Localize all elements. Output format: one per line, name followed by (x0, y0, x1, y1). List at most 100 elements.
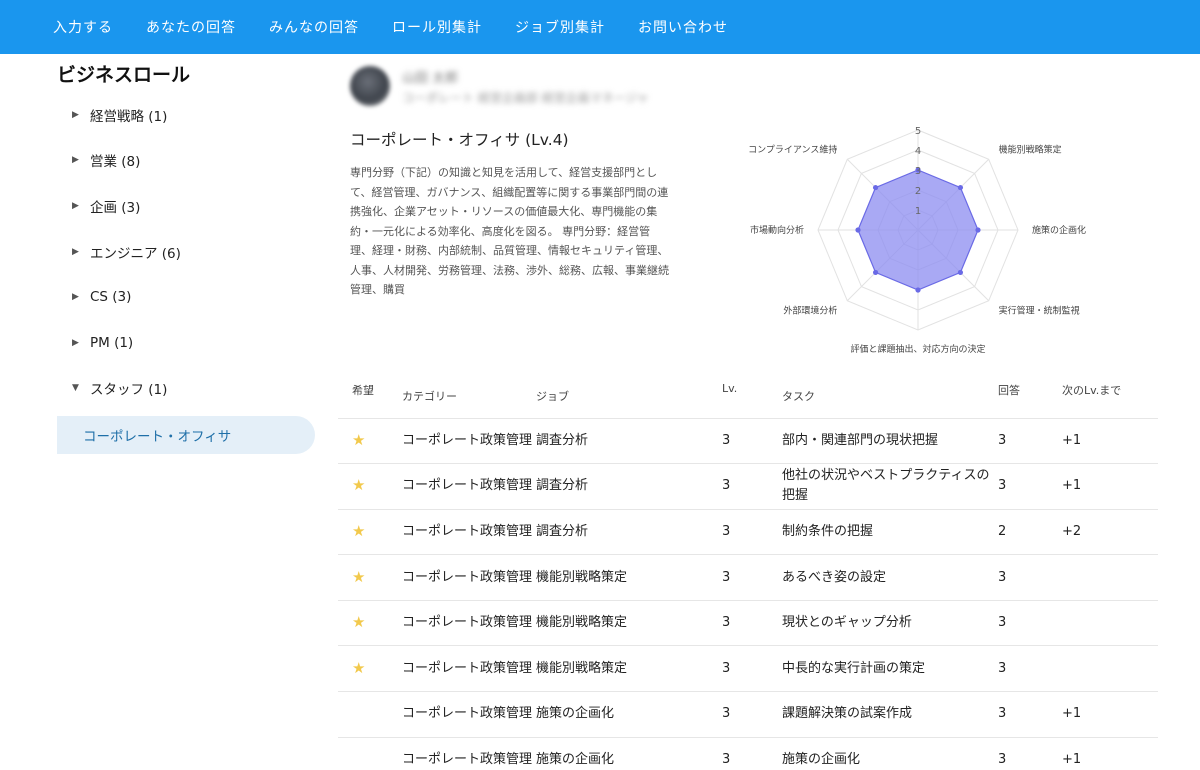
task-table: 希望 カテゴリー ジョブ Lv. タスク 回答 次のLv.まで ★ コーポレート政… (338, 374, 1158, 770)
sidebar-item[interactable]: ▶ PM (1) (57, 320, 317, 366)
caret-right-icon: ▶ (72, 155, 79, 166)
nav-everyone-answers[interactable]: みんなの回答 (269, 17, 359, 37)
sidebar-item[interactable]: ▶ 営業 (8) (57, 138, 317, 184)
table-row: ★ コーポレート政策管理 機能別戦略策定 3 あるべき姿の設定 3 (338, 554, 1158, 601)
radar-tick-label: 4 (915, 146, 921, 157)
lv-cell: 3 (722, 645, 782, 693)
task-cell: あるべき姿の設定 (782, 554, 998, 601)
radar-tick-label: 5 (915, 126, 921, 137)
answer-cell: 3 (998, 600, 1062, 647)
radar-data-point (957, 269, 964, 276)
next-level-cell: +2 (1062, 509, 1158, 556)
lv-cell: 3 (722, 418, 782, 465)
sidebar-list: ▶ 経営戦略 (1) ▶ 営業 (8) ▶ 企画 (3) ▶ エンジニア (6) ▶ CS (3)… (57, 92, 317, 411)
star-icon: ★ (352, 613, 366, 632)
sidebar-item-label: PM (1) (90, 334, 134, 351)
answer-cell: 3 (998, 645, 1062, 693)
sidebar-item[interactable]: ▶ 企画 (3) (57, 183, 317, 229)
nav-role-summary[interactable]: ロール別集計 (392, 17, 482, 37)
answer-cell: 3 (998, 463, 1062, 510)
star-icon: ★ (352, 476, 366, 495)
task-cell: 課題解決策の試案作成 (782, 691, 998, 738)
col-task: タスク (782, 374, 998, 419)
radar-axis-label: 機能別戦略策定 (999, 143, 1062, 155)
category-cell: コーポレート政策管理 (402, 418, 536, 465)
role-description: 専門分野（下記）の知識と知見を活用して、経営支援部門として、経営管理、ガバナンス… (350, 166, 669, 296)
caret-right-icon: ▶ (72, 337, 79, 348)
col-next-level: 次のLv.まで (1062, 374, 1158, 419)
radar-axis-label: 実行管理・統制監視 (999, 305, 1080, 317)
caret-right-icon: ▶ (72, 246, 79, 257)
sidebar-item[interactable]: ▶ エンジニア (6) (57, 229, 317, 275)
col-category: カテゴリー (402, 374, 536, 419)
role-title: コーポレート・オフィサ (Lv.4) (350, 131, 569, 149)
table-row: コーポレート政策管理 施策の企画化 3 課題解決策の試案作成 3 +1 (338, 691, 1158, 738)
wish-cell (338, 737, 402, 770)
col-answer: 回答 (998, 374, 1062, 419)
nav-input[interactable]: 入力する (53, 17, 113, 37)
table-header-row: 希望 カテゴリー ジョブ Lv. タスク 回答 次のLv.まで (338, 374, 1158, 419)
wish-cell: ★ (338, 463, 402, 510)
wish-cell: ★ (338, 554, 402, 601)
next-level-cell: +1 (1062, 737, 1158, 770)
caret-right-icon: ▶ (72, 292, 79, 303)
job-cell: 機能別戦略策定 (536, 554, 722, 601)
job-cell: 調査分析 (536, 509, 722, 556)
sidebar-subitem-corporate-officer[interactable]: コーポレート・オフィサ (57, 416, 315, 455)
next-level-cell (1062, 554, 1158, 601)
lv-cell: 3 (722, 463, 782, 510)
star-icon: ★ (352, 658, 366, 677)
nav-contact[interactable]: お問い合わせ (638, 17, 728, 37)
profile-subtitle: コーポレート 経営企画部 経営企画マネージャ (402, 90, 649, 105)
profile-name: 山田 太郎 (402, 70, 459, 86)
caret-right-icon: ▶ (72, 109, 79, 120)
category-cell: コーポレート政策管理 (402, 554, 536, 601)
star-icon: ★ (352, 430, 366, 449)
star-icon: ★ (352, 567, 366, 586)
radar-data-point (975, 227, 981, 233)
category-cell: コーポレート政策管理 (402, 645, 536, 693)
lv-cell: 3 (722, 554, 782, 601)
radar-axis-label: 市場動向分析 (750, 224, 804, 236)
sidebar: ビジネスロール ▶ 経営戦略 (1) ▶ 営業 (8) ▶ 企画 (3) ▶ エンジニア (6… (57, 54, 317, 455)
top-nav: 入力する あなたの回答 みんなの回答 ロール別集計 ジョブ別集計 お問い合わせ (0, 0, 1200, 54)
radar-tick-label: 1 (915, 206, 921, 217)
sidebar-item-label: 経営戦略 (1) (90, 108, 168, 125)
avatar (350, 66, 390, 106)
radar-axis-label: 評価と課題抽出、対応方向の決定 (850, 343, 985, 355)
star-icon: ★ (352, 521, 366, 540)
category-cell: コーポレート政策管理 (402, 691, 536, 738)
sidebar-item-label: 企画 (3) (90, 199, 141, 216)
profile-text: 山田 太郎 コーポレート 経営企画部 経営企画マネージャ (402, 67, 649, 106)
col-lv: Lv. (722, 374, 782, 419)
table-row: ★ コーポレート政策管理 調査分析 3 制約条件の把握 2 +2 (338, 509, 1158, 556)
nav-your-answers[interactable]: あなたの回答 (146, 17, 236, 37)
table-row: ★ コーポレート政策管理 調査分析 3 他社の状況やベストプラクティスの把握 3 +1 (338, 463, 1158, 510)
answer-cell: 3 (998, 418, 1062, 465)
sidebar-item-label: 営業 (8) (90, 154, 141, 171)
table-row: コーポレート政策管理 施策の企画化 3 施策の企画化 3 +1 (338, 737, 1158, 770)
category-cell: コーポレート政策管理 (402, 600, 536, 647)
task-cell: 現状とのギャップ分析 (782, 600, 998, 647)
radar-data-point (915, 287, 921, 293)
wish-cell: ★ (338, 645, 402, 693)
sidebar-item[interactable]: ▶ 経営戦略 (1) (57, 92, 317, 138)
radar-data-point (855, 227, 861, 233)
category-cell: コーポレート政策管理 (402, 737, 536, 770)
radar-data-point (872, 184, 879, 191)
category-cell: コーポレート政策管理 (402, 463, 536, 510)
radar-tick-label: 3 (915, 166, 921, 177)
sidebar-item[interactable]: ▼ スタッフ (1) (57, 366, 317, 412)
radar-axis-label: 施策の企画化 (1032, 224, 1086, 236)
next-level-cell (1062, 600, 1158, 647)
wish-cell: ★ (338, 600, 402, 647)
nav-job-summary[interactable]: ジョブ別集計 (515, 17, 605, 37)
sidebar-item[interactable]: ▶ CS (3) (57, 274, 317, 320)
answer-cell: 3 (998, 554, 1062, 601)
table-row: ★ コーポレート政策管理 機能別戦略策定 3 現状とのギャップ分析 3 (338, 600, 1158, 647)
caret-down-icon: ▼ (72, 383, 79, 394)
answer-cell: 3 (998, 737, 1062, 770)
table-row: ★ コーポレート政策管理 調査分析 3 部内・関連部門の現状把握 3 +1 (338, 418, 1158, 465)
task-cell: 中長的な実行計画の策定 (782, 645, 998, 693)
sidebar-item-label: スタッフ (1) (90, 382, 168, 399)
